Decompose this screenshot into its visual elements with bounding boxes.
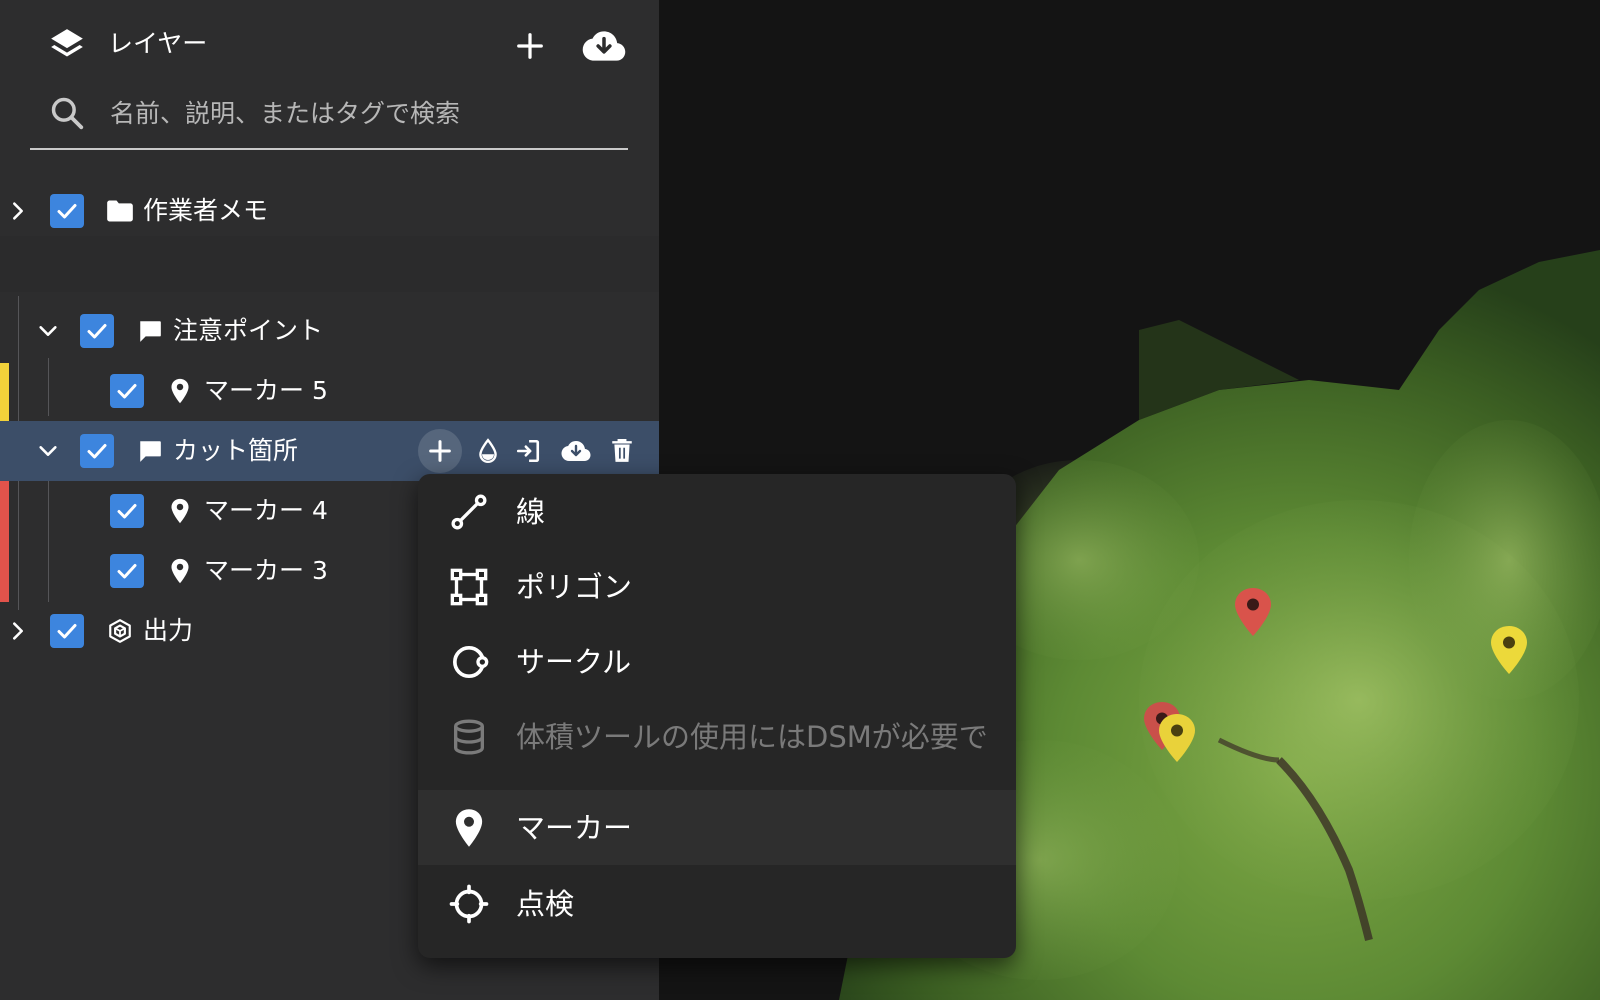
- tree-row-marker-5[interactable]: マーカー 5: [0, 361, 659, 423]
- tree-row-label: マーカー 3: [204, 556, 328, 585]
- search-icon: [48, 94, 86, 132]
- cloud-download-icon: [561, 441, 591, 461]
- comment-icon: [136, 437, 164, 465]
- chevron-down-icon: [39, 446, 57, 456]
- map-pin-icon: [448, 807, 490, 849]
- scene-marker-red[interactable]: [1235, 588, 1271, 636]
- collapse-chevron[interactable]: [33, 316, 63, 346]
- add-item-button[interactable]: [418, 429, 462, 473]
- marker-color-bar: [0, 363, 9, 423]
- divider: [0, 236, 659, 292]
- check-icon: [57, 624, 77, 639]
- search-input[interactable]: [110, 92, 610, 134]
- visibility-checkbox[interactable]: [80, 434, 114, 468]
- tree-row-label: マーカー 4: [204, 496, 328, 525]
- add-icon: [429, 440, 451, 462]
- visibility-checkbox[interactable]: [110, 554, 144, 588]
- comment-icon: [136, 317, 164, 345]
- marker-color-bar: [0, 481, 9, 541]
- visibility-checkbox[interactable]: [110, 374, 144, 408]
- menu-item-circle[interactable]: サークル: [418, 624, 1016, 699]
- menu-item-label: マーカー: [516, 811, 633, 845]
- delete-button[interactable]: [600, 429, 644, 473]
- map-pin-icon: [166, 557, 194, 585]
- app-root: レイヤー 作業者メモ: [0, 0, 1600, 1000]
- visibility-checkbox[interactable]: [50, 194, 84, 228]
- menu-item-label: 点検: [516, 887, 575, 921]
- menu-item-label: サークル: [516, 645, 632, 679]
- tree-row-label: カット箇所: [173, 436, 299, 465]
- chevron-right-icon: [13, 202, 23, 220]
- menu-item-label: 線: [516, 495, 546, 529]
- tree-row-worker-notes[interactable]: 作業者メモ: [0, 181, 659, 241]
- add-icon: [517, 33, 543, 59]
- volume-cylinder-icon: [448, 716, 490, 758]
- add-layer-button[interactable]: [508, 24, 552, 68]
- map-pin-icon: [166, 377, 194, 405]
- menu-item-marker[interactable]: マーカー: [418, 790, 1016, 865]
- collapse-chevron[interactable]: [33, 436, 63, 466]
- check-icon: [117, 504, 137, 519]
- visibility-checkbox[interactable]: [50, 614, 84, 648]
- menu-item-volume: 体積ツールの使用にはDSMが必要で: [418, 699, 1016, 774]
- menu-item-label: 体積ツールの使用にはDSMが必要で: [516, 720, 986, 754]
- tree-row-label: 注意ポイント: [173, 316, 324, 345]
- import-button[interactable]: [506, 429, 550, 473]
- polygon-icon: [448, 566, 490, 608]
- tree-row-label: 作業者メモ: [143, 196, 269, 225]
- panel-header: レイヤー: [0, 0, 659, 92]
- tree-row-caution-points[interactable]: 注意ポイント: [0, 301, 659, 361]
- check-icon: [87, 444, 107, 459]
- color-button[interactable]: [466, 429, 510, 473]
- folder-icon: [106, 197, 134, 225]
- map-pin-icon: [166, 497, 194, 525]
- crosshair-icon: [448, 883, 490, 925]
- circle-icon: [448, 641, 490, 683]
- add-annotation-menu: 線 ポリゴン サークル 体積ツールの使用にはDSMが必要で マーカー 点検: [418, 474, 1016, 958]
- tree-row-label: マーカー 5: [204, 376, 328, 405]
- droplet-icon: [479, 438, 497, 464]
- download-button[interactable]: [554, 429, 598, 473]
- check-icon: [117, 564, 137, 579]
- expand-chevron[interactable]: [3, 616, 33, 646]
- chevron-right-icon: [13, 622, 23, 640]
- cube-icon: [106, 617, 134, 645]
- download-layers-button[interactable]: [582, 24, 626, 68]
- marker-color-bar: [0, 541, 9, 602]
- visibility-checkbox[interactable]: [80, 314, 114, 348]
- panel-title: レイヤー: [108, 29, 208, 58]
- search-field: [30, 86, 628, 150]
- layers-icon: [48, 26, 86, 64]
- chevron-down-icon: [39, 326, 57, 336]
- check-icon: [87, 324, 107, 339]
- line-icon: [448, 491, 490, 533]
- visibility-checkbox[interactable]: [110, 494, 144, 528]
- scene-marker-yellow[interactable]: [1159, 714, 1195, 762]
- check-icon: [117, 384, 137, 399]
- trash-icon: [612, 438, 632, 462]
- menu-item-line[interactable]: 線: [418, 474, 1016, 549]
- menu-item-inspection[interactable]: 点検: [418, 866, 1016, 941]
- expand-chevron[interactable]: [3, 196, 33, 226]
- tree-row-cut-locations[interactable]: カット箇所: [0, 421, 659, 481]
- tree-row-label: 出力: [143, 616, 194, 645]
- cloud-download-icon: [582, 31, 626, 61]
- scene-marker-yellow[interactable]: [1491, 626, 1527, 674]
- menu-item-polygon[interactable]: ポリゴン: [418, 549, 1016, 624]
- import-icon: [516, 439, 540, 463]
- check-icon: [57, 204, 77, 219]
- menu-item-label: ポリゴン: [516, 570, 633, 604]
